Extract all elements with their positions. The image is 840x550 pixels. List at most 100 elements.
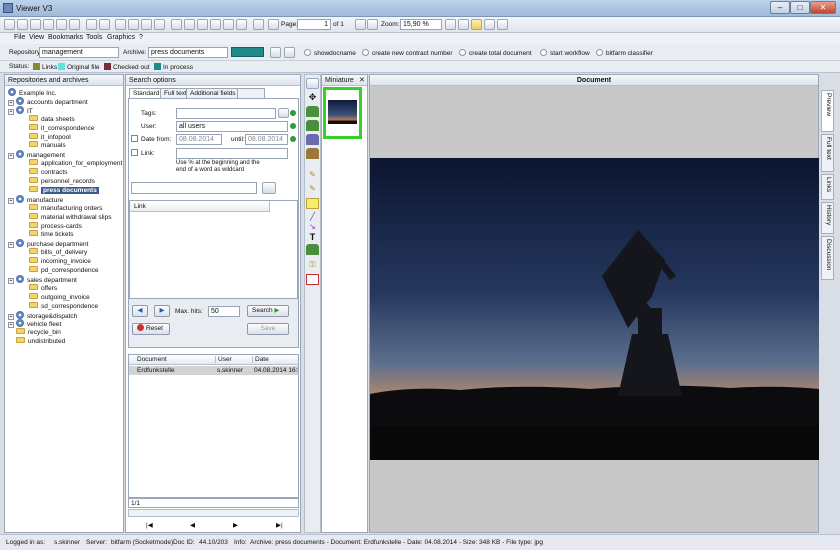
split-icon[interactable]: [236, 19, 247, 30]
tab-preview[interactable]: Preview: [821, 90, 834, 132]
stamp-approved-icon[interactable]: [306, 120, 319, 131]
pen-icon[interactable]: ✎: [306, 170, 319, 181]
color-swatch[interactable]: [231, 47, 264, 57]
next-button[interactable]: ▶: [154, 305, 170, 317]
fit-screen-icon[interactable]: [471, 19, 482, 30]
paste-icon[interactable]: [69, 19, 80, 30]
fit-width-icon[interactable]: [445, 19, 456, 30]
note-icon[interactable]: [306, 198, 319, 209]
tab-history[interactable]: History: [821, 202, 834, 234]
first-page-icon[interactable]: [355, 19, 366, 30]
print-icon[interactable]: [86, 19, 97, 30]
action-create-contract-number[interactable]: create new contract number: [362, 49, 453, 57]
column-user[interactable]: User: [215, 356, 232, 363]
rows-icon[interactable]: [223, 19, 234, 30]
tree-item[interactable]: material withdrawal slips: [29, 212, 111, 222]
action-showdocname[interactable]: showdocname: [304, 49, 356, 57]
tree-item[interactable]: press documents: [29, 185, 99, 195]
close-button[interactable]: ✕: [810, 1, 836, 14]
tree-item[interactable]: contracts: [29, 168, 67, 177]
stamp-icon[interactable]: [270, 47, 281, 58]
link-column-header[interactable]: Link: [130, 201, 270, 212]
tree-item[interactable]: + vehicle fleet: [8, 319, 61, 329]
tree-item[interactable]: it_infopool: [29, 132, 71, 142]
tree-item[interactable]: application_for_employment: [29, 159, 122, 168]
table-row[interactable]: Erdfunkstelle s.skinner 04.08.2014 16:58: [129, 366, 298, 375]
expand-icon[interactable]: +: [8, 108, 14, 115]
tab-empty[interactable]: [237, 88, 265, 98]
first-page-button[interactable]: |◀: [146, 521, 153, 529]
column-date[interactable]: Date: [252, 356, 269, 363]
refresh-icon[interactable]: [17, 19, 28, 30]
search-button[interactable]: Search ▶: [247, 305, 289, 317]
expand-icon[interactable]: +: [8, 277, 14, 284]
copy-icon[interactable]: [56, 19, 67, 30]
user-go-icon[interactable]: [290, 123, 296, 129]
prev-page-button[interactable]: ◀: [190, 521, 195, 529]
save-icon[interactable]: [30, 19, 41, 30]
people-icon[interactable]: [284, 47, 295, 58]
date-go-icon[interactable]: [290, 136, 296, 142]
tree-item[interactable]: undistributed: [16, 337, 65, 346]
maximize-button[interactable]: □: [790, 1, 810, 14]
expand-icon[interactable]: +: [8, 153, 14, 160]
tab-discussion[interactable]: Discussion: [821, 236, 834, 280]
miniature-close-icon[interactable]: ✕: [359, 76, 365, 84]
page-input[interactable]: 1: [297, 19, 331, 30]
tree-item[interactable]: bills_of_delivery: [29, 248, 87, 257]
columns-icon[interactable]: [210, 19, 221, 30]
tree-item[interactable]: it_correspondence: [29, 123, 94, 133]
repository-select[interactable]: management: [39, 47, 119, 58]
move-tool-icon[interactable]: ✥: [306, 92, 319, 103]
tree-item[interactable]: recycle_bin: [16, 328, 61, 337]
tree-item[interactable]: incoming_invoice: [29, 257, 91, 266]
tree-item[interactable]: + IT: [8, 105, 33, 115]
zoom-in-icon[interactable]: [484, 19, 495, 30]
redo-icon[interactable]: [128, 19, 139, 30]
link-pencil-icon[interactable]: [262, 182, 276, 194]
tree-item[interactable]: outgoing_invoice: [29, 292, 90, 302]
tree-item[interactable]: personnel_records: [29, 177, 95, 186]
expand-icon[interactable]: +: [8, 197, 14, 204]
grid-icon[interactable]: [171, 19, 182, 30]
stamp-blue-icon[interactable]: [306, 134, 319, 145]
select-tool-icon[interactable]: [306, 78, 319, 89]
fit-page-icon[interactable]: [458, 19, 469, 30]
max-hits-select[interactable]: 50: [208, 306, 240, 317]
zoom-out-icon[interactable]: [497, 19, 508, 30]
link-text-input[interactable]: [131, 182, 257, 194]
layout-icon[interactable]: [184, 19, 195, 30]
tree-item[interactable]: + sales department: [8, 274, 77, 284]
miniature-thumbnail[interactable]: [323, 87, 362, 139]
menu-graphics[interactable]: Graphics: [107, 34, 135, 41]
last-page-button[interactable]: ▶|: [276, 521, 283, 529]
menu-bookmarks[interactable]: Bookmarks: [48, 34, 83, 41]
tags-go-icon[interactable]: [290, 110, 296, 116]
action-create-total-document[interactable]: create total document: [459, 49, 532, 57]
user-stamp-icon[interactable]: [306, 244, 319, 255]
tab-links[interactable]: Links: [821, 174, 834, 200]
rotate-left-icon[interactable]: [141, 19, 152, 30]
tree-item[interactable]: pd_correspondence: [29, 266, 98, 275]
key-icon[interactable]: ⚿: [306, 260, 319, 271]
text-tool-icon[interactable]: T: [306, 232, 319, 243]
gear-icon[interactable]: [253, 19, 264, 30]
previous-button[interactable]: ◀: [132, 305, 148, 317]
tree-item[interactable]: process-cards: [29, 221, 82, 231]
menu-tools[interactable]: Tools: [86, 34, 102, 41]
rotate-right-icon[interactable]: [154, 19, 165, 30]
horizontal-scrollbar[interactable]: [128, 509, 299, 517]
tree-item[interactable]: + storage&dispatch: [8, 310, 77, 320]
menu-view[interactable]: View: [29, 34, 44, 41]
stamp-brown-icon[interactable]: [306, 148, 319, 159]
stamp-green-icon[interactable]: [306, 106, 319, 117]
expand-icon[interactable]: +: [8, 242, 14, 249]
action-bitfarm-classifier[interactable]: bitfarm classifier: [596, 49, 653, 57]
tree-item[interactable]: + manufacture: [8, 194, 63, 204]
tags-picker-icon[interactable]: [278, 108, 289, 118]
column-document[interactable]: Document: [137, 356, 167, 363]
menu-file[interactable]: File: [14, 34, 25, 41]
archive-select[interactable]: press documents: [148, 47, 228, 58]
reset-button[interactable]: Reset: [132, 323, 170, 335]
redact-icon[interactable]: [306, 274, 319, 285]
